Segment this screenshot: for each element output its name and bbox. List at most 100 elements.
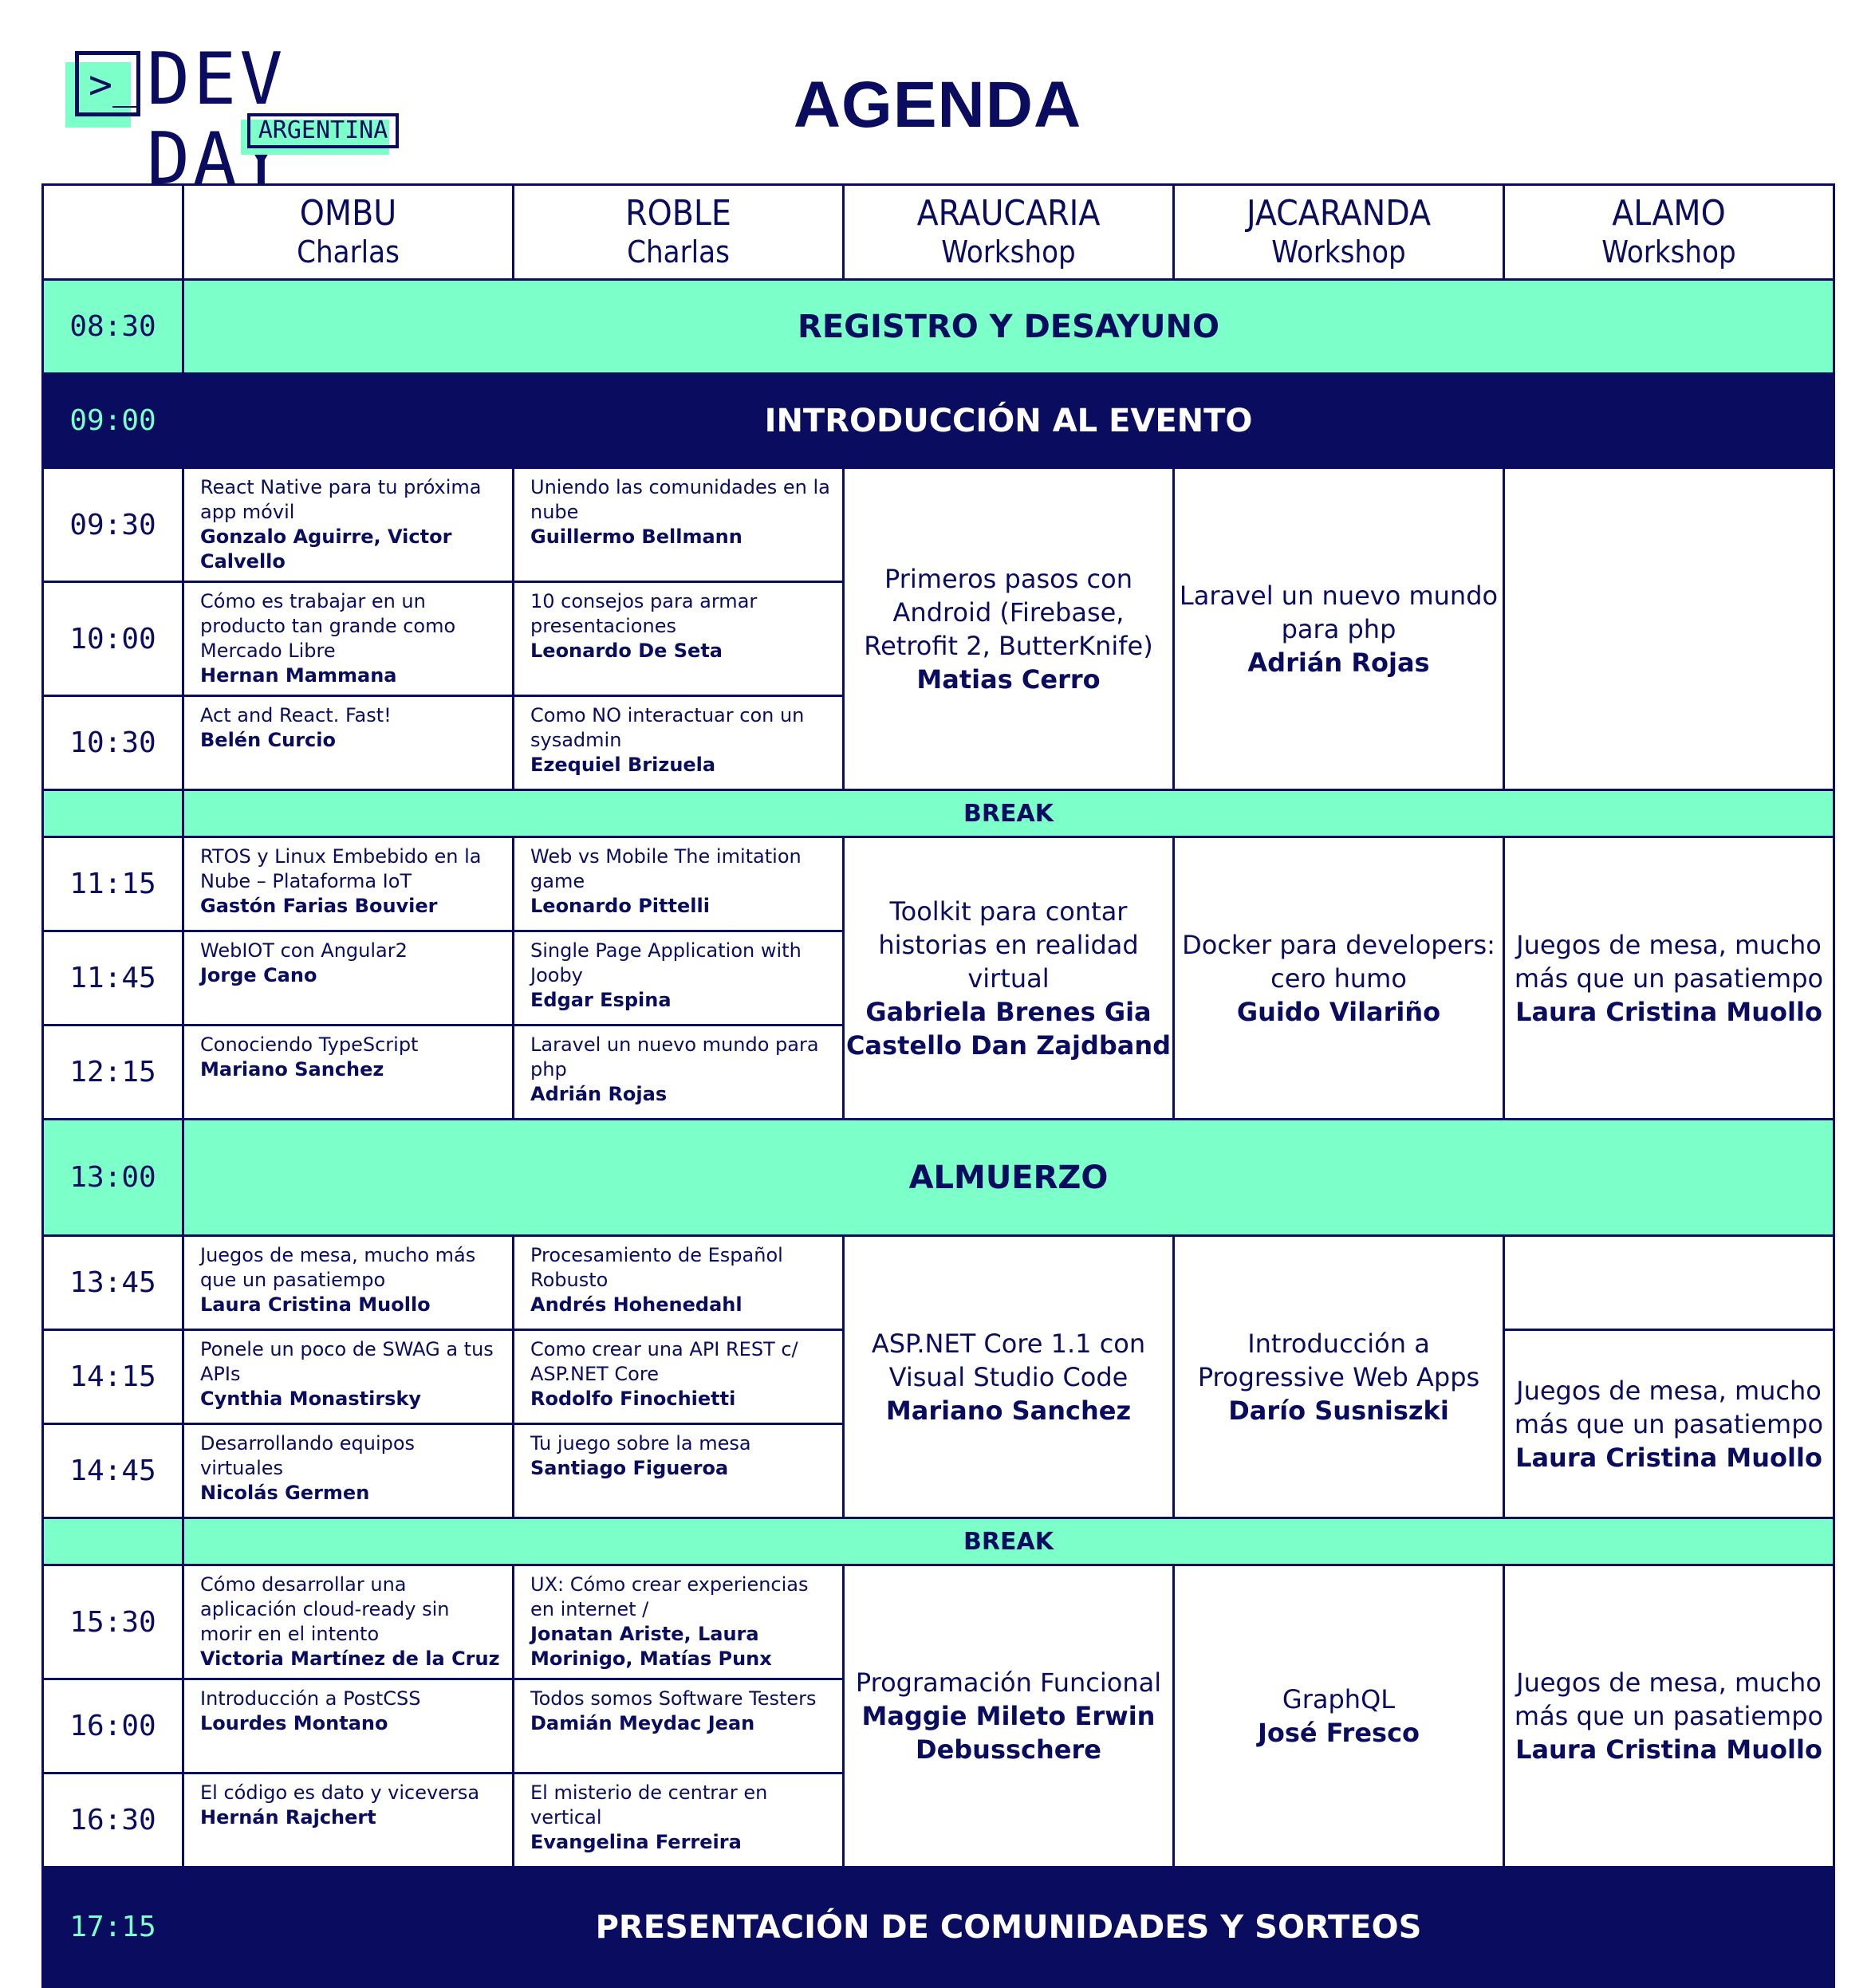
talk-cell: Como NO interactuar con un sysadmin Ezequ… (512, 695, 845, 791)
talk-title: RTOS y Linux Embebido en la Nube – Plata… (200, 845, 482, 892)
talk-speaker: Andrés Hohenedahl (530, 1293, 743, 1316)
talk-title: Conociendo TypeScript (200, 1033, 419, 1056)
break-row: BREAK (41, 1517, 1835, 1566)
talk-title: Juegos de mesa, mucho más que un pasatie… (200, 1244, 476, 1291)
room-name: ARAUCARIA (916, 193, 1101, 234)
room-header-row: OMBU Charlas ROBLE Charlas ARAUCARIA Worksh… (41, 183, 1835, 281)
talk-title: Tu juego sobre la mesa (530, 1432, 751, 1455)
room-header: OMBU Charlas (182, 183, 514, 281)
room-name: OMBU (299, 193, 397, 234)
workshop-cell: Juegos de mesa, mucho más que un pasatie… (1503, 836, 1835, 1120)
workshop-cell: Introducción a Progressive Web Apps Darío… (1172, 1234, 1505, 1519)
talk-title: Desarrollando equipos virtuales (200, 1432, 416, 1479)
time-cell: 15:30 (41, 1564, 184, 1680)
talk-cell: Conociendo TypeScript Mariano Sanchez (182, 1024, 514, 1120)
talk-cell: Web vs Mobile The imitation game Leonardo… (512, 836, 845, 932)
room-header: ROBLE Charlas (512, 183, 845, 281)
break-label: BREAK (182, 789, 1835, 838)
slot-row: 13:45 Juegos de mesa, mucho más que un p… (41, 1234, 1835, 1519)
workshop-speaker: José Fresco (1257, 1718, 1420, 1748)
time-cell: 16:30 (41, 1772, 184, 1868)
talk-speaker: Leonardo Pittelli (530, 895, 710, 917)
talk-speaker: Adrián Rojas (530, 1083, 668, 1105)
slot-row: 09:30 React Native para tu próxima app m… (41, 466, 1835, 791)
workshop-cell: Primeros pasos con Android (Firebase, Re… (842, 466, 1175, 791)
talk-title: El código es dato y viceversa (200, 1781, 480, 1804)
talk-speaker: Edgar Espina (530, 989, 672, 1011)
time-cell (41, 789, 184, 838)
workshop-speaker: Mariano Sanchez (885, 1395, 1132, 1426)
room-header: ALAMO Workshop (1503, 183, 1835, 281)
workshop-title: Juegos de mesa, mucho más que un pasatie… (1514, 1667, 1824, 1731)
talk-cell: Act and React. Fast! Belén Curcio (182, 695, 514, 791)
talk-title: Web vs Mobile The imitation game (530, 845, 802, 892)
room-kind: Charlas (297, 234, 400, 270)
time-cell: 10:30 (41, 695, 184, 791)
talk-title: Como crear una API REST c/ ASP.NET Core (530, 1338, 798, 1385)
talk-speaker: Gonzalo Aguirre, Victor Calvello (200, 526, 452, 573)
time-cell: 12:15 (41, 1024, 184, 1120)
workshop-speaker: Laura Cristina Muollo (1515, 1734, 1822, 1765)
workshop-speaker: Laura Cristina Muollo (1515, 996, 1822, 1027)
time-cell: 13:45 (41, 1234, 184, 1331)
talk-cell: Cómo es trabajar en un producto tan gran… (182, 581, 514, 697)
talk-speaker: Belén Curcio (200, 729, 336, 751)
talk-speaker: Cynthia Monastirsky (200, 1388, 422, 1410)
talk-title: Introducción a PostCSS (200, 1687, 421, 1710)
workshop-cell: ASP.NET Core 1.1 con Visual Studio Code M… (842, 1234, 1175, 1519)
workshop-title: Toolkit para contar historias en realida… (878, 896, 1139, 994)
room-kind: Charlas (627, 234, 730, 270)
time-cell: 09:00 (41, 372, 184, 469)
talk-title: Cómo es trabajar en un producto tan gran… (200, 590, 456, 662)
talk-title: Act and React. Fast! (200, 704, 392, 726)
talk-cell: WebIOT con Angular2 Jorge Cano (182, 930, 514, 1026)
talk-cell: Todos somos Software Testers Damián Meyda… (512, 1678, 845, 1774)
workshop-cell: Docker para developers: cero humo Guido V… (1172, 836, 1505, 1120)
time-cell: 14:15 (41, 1329, 184, 1425)
room-name: JACARANDA (1246, 193, 1432, 234)
talk-cell: Laravel un nuevo mundo para php Adrián Ro… (512, 1024, 845, 1120)
workshop-speaker: Guido Vilariño (1236, 996, 1441, 1027)
corner-cell (41, 183, 184, 281)
talk-title: Procesamiento de Español Robusto (530, 1244, 783, 1291)
slot-row: 15:30 Cómo desarrollar una aplicación cl… (41, 1564, 1835, 1868)
agenda-table: OMBU Charlas ROBLE Charlas ARAUCARIA Worksh… (41, 183, 1835, 1988)
talk-speaker: Ezequiel Brizuela (530, 754, 716, 776)
workshop-title: ASP.NET Core 1.1 con Visual Studio Code (871, 1328, 1146, 1392)
workshop-title: GraphQL (1282, 1684, 1396, 1714)
workshop-speaker: Darío Susniszki (1228, 1395, 1449, 1426)
time-cell: 16:00 (41, 1678, 184, 1774)
time-cell: 13:00 (41, 1118, 184, 1237)
empty-cell (1503, 466, 1835, 791)
talk-speaker: Jonatan Ariste, Laura Morinigo, Matías P… (530, 1623, 772, 1670)
time-cell: 14:45 (41, 1423, 184, 1519)
talk-speaker: Guillermo Bellmann (530, 526, 743, 548)
workshop-cell: Juegos de mesa, mucho más que un pasatie… (1503, 1564, 1835, 1868)
talk-cell: React Native para tu próxima app móvil Go… (182, 466, 514, 583)
talk-speaker: Damián Meydac Jean (530, 1712, 755, 1734)
workshop-title: Programación Funcional (855, 1667, 1162, 1698)
plenary-label: REGISTRO Y DESAYUNO (182, 278, 1835, 375)
time-cell: 08:30 (41, 278, 184, 375)
talk-title: Cómo desarrollar una aplicación cloud-re… (200, 1573, 450, 1645)
talk-cell: Ponele un poco de SWAG a tus APIs Cynthia… (182, 1329, 514, 1425)
talk-speaker: Evangelina Ferreira (530, 1831, 742, 1853)
talk-title: React Native para tu próxima app móvil (200, 476, 482, 523)
plenary-row: 13:00 ALMUERZO (41, 1118, 1835, 1237)
break-label: BREAK (182, 1517, 1835, 1566)
talk-cell: Uniendo las comunidades en la nube Guille… (512, 466, 845, 583)
workshop-title: Juegos de mesa, mucho más que un pasatie… (1514, 1375, 1824, 1439)
talk-cell: RTOS y Linux Embebido en la Nube – Plata… (182, 836, 514, 932)
plenary-label: ALMUERZO (182, 1118, 1835, 1237)
page-title: AGENDA (793, 69, 1082, 141)
time-cell: 10:00 (41, 581, 184, 697)
talk-title: 10 consejos para armar presentaciones (530, 590, 758, 637)
empty-cell (1503, 1234, 1835, 1331)
plenary-row: 08:30 REGISTRO Y DESAYUNO (41, 278, 1835, 375)
talk-speaker: Mariano Sanchez (200, 1058, 384, 1081)
talk-speaker: Gastón Farias Bouvier (200, 895, 438, 917)
talk-cell: El código es dato y viceversa Hernán Rajc… (182, 1772, 514, 1868)
workshop-speaker: Adrián Rojas (1247, 647, 1430, 678)
room-kind: Workshop (941, 234, 1076, 270)
talk-speaker: Hernan Mammana (200, 664, 397, 687)
